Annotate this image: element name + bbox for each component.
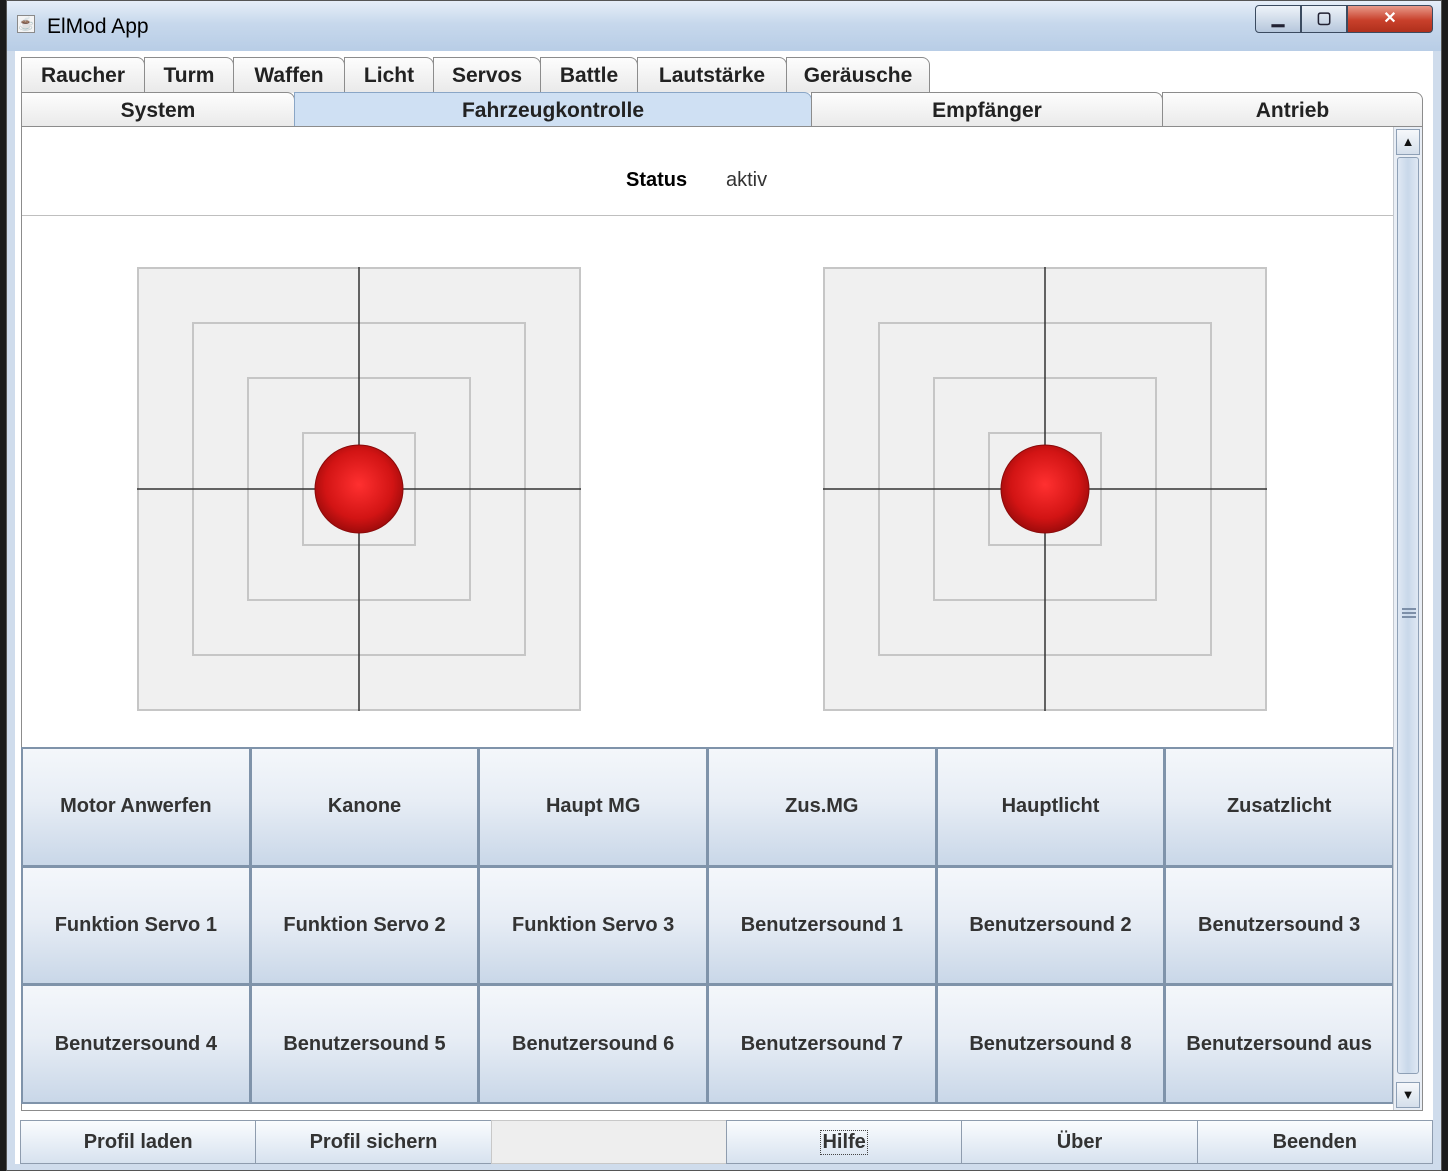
client-area: Raucher Turm Waffen Licht Servos Battle …: [15, 51, 1433, 1164]
haupt-mg-button[interactable]: Haupt MG: [478, 747, 708, 867]
scroll-down-icon[interactable]: ▼: [1396, 1082, 1420, 1108]
funktion-servo-1-button[interactable]: Funktion Servo 1: [21, 865, 251, 986]
benutzersound-7-button[interactable]: Benutzersound 7: [707, 984, 937, 1104]
tab-empfaenger[interactable]: Empfänger: [811, 92, 1163, 128]
status-label: Status: [626, 169, 688, 191]
benutzersound-4-button[interactable]: Benutzersound 4: [21, 984, 251, 1104]
scrollbar-grip-icon: [1402, 608, 1416, 618]
joystick-left-knob: [314, 444, 404, 534]
maximize-icon[interactable]: ▢: [1301, 5, 1347, 33]
tab-antrieb[interactable]: Antrieb: [1162, 92, 1423, 128]
joystick-right-pad[interactable]: [823, 267, 1267, 711]
joystick-right-knob: [1000, 444, 1090, 534]
tab-row-2: System Fahrzeugkontrolle Empfänger Antri…: [21, 92, 1423, 128]
tab-geraeusche[interactable]: Geräusche: [786, 57, 930, 93]
benutzersound-2-button[interactable]: Benutzersound 2: [935, 865, 1166, 986]
benutzersound-3-button[interactable]: Benutzersound 3: [1164, 865, 1394, 986]
close-icon[interactable]: ✕: [1347, 5, 1433, 33]
scrollbar-thumb[interactable]: [1397, 157, 1419, 1074]
bottom-button-bar: Profil laden Profil sichern Hilfe Über B…: [20, 1120, 1433, 1164]
bottom-spacer: [490, 1120, 727, 1164]
benutzersound-8-button[interactable]: Benutzersound 8: [935, 984, 1166, 1104]
window-title: ElMod App: [47, 15, 149, 38]
benutzersound-aus-button[interactable]: Benutzersound aus: [1164, 984, 1394, 1104]
status-value: aktiv: [726, 169, 768, 191]
fahrzeugkontrolle-panel: Status aktiv Motor Anwerfen Kanone Haupt…: [21, 126, 1423, 1111]
title-bar[interactable]: ☕ ElMod App ▁ ▢ ✕: [7, 1, 1441, 51]
tab-lautstaerke[interactable]: Lautstärke: [637, 57, 787, 93]
zus-mg-button[interactable]: Zus.MG: [707, 747, 937, 867]
benutzersound-5-button[interactable]: Benutzersound 5: [249, 984, 480, 1104]
zusatzlicht-button[interactable]: Zusatzlicht: [1164, 747, 1394, 867]
scroll-up-icon[interactable]: ▲: [1396, 129, 1420, 155]
window-controls: ▁ ▢ ✕: [1255, 5, 1433, 33]
joystick-left[interactable]: [137, 267, 581, 711]
tab-system[interactable]: System: [21, 92, 295, 128]
tab-fahrzeugkontrolle[interactable]: Fahrzeugkontrolle: [294, 92, 812, 128]
minimize-icon[interactable]: ▁: [1255, 5, 1301, 33]
vertical-scrollbar[interactable]: ▲ ▼: [1393, 127, 1422, 1110]
hilfe-label: Hilfe: [820, 1129, 868, 1155]
beenden-button[interactable]: Beenden: [1196, 1120, 1433, 1164]
ueber-button[interactable]: Über: [961, 1120, 1198, 1164]
function-button-grid: Motor Anwerfen Kanone Haupt MG Zus.MG Ha…: [21, 747, 1394, 1104]
joystick-right[interactable]: [823, 267, 1267, 711]
benutzersound-1-button[interactable]: Benutzersound 1: [707, 865, 937, 986]
status-row: Status aktiv: [22, 127, 1394, 216]
tab-row-1: Raucher Turm Waffen Licht Servos Battle …: [21, 57, 930, 93]
joystick-left-pad[interactable]: [137, 267, 581, 711]
tab-turm[interactable]: Turm: [144, 57, 234, 93]
profil-laden-button[interactable]: Profil laden: [20, 1120, 257, 1164]
java-app-icon[interactable]: ☕: [17, 15, 35, 33]
kanone-button[interactable]: Kanone: [249, 747, 480, 867]
benutzersound-6-button[interactable]: Benutzersound 6: [478, 984, 708, 1104]
tab-servos[interactable]: Servos: [433, 57, 541, 93]
funktion-servo-2-button[interactable]: Funktion Servo 2: [249, 865, 480, 986]
hilfe-button[interactable]: Hilfe: [725, 1120, 963, 1164]
tab-waffen[interactable]: Waffen: [233, 57, 345, 93]
tab-battle[interactable]: Battle: [540, 57, 638, 93]
profil-sichern-button[interactable]: Profil sichern: [255, 1120, 492, 1164]
funktion-servo-3-button[interactable]: Funktion Servo 3: [478, 865, 708, 986]
tab-licht[interactable]: Licht: [344, 57, 434, 93]
app-window: ☕ ElMod App ▁ ▢ ✕ Raucher Turm Waffen Li…: [6, 0, 1442, 1171]
hauptlicht-button[interactable]: Hauptlicht: [935, 747, 1166, 867]
tab-raucher[interactable]: Raucher: [21, 57, 145, 93]
motor-anwerfen-button[interactable]: Motor Anwerfen: [21, 747, 251, 867]
